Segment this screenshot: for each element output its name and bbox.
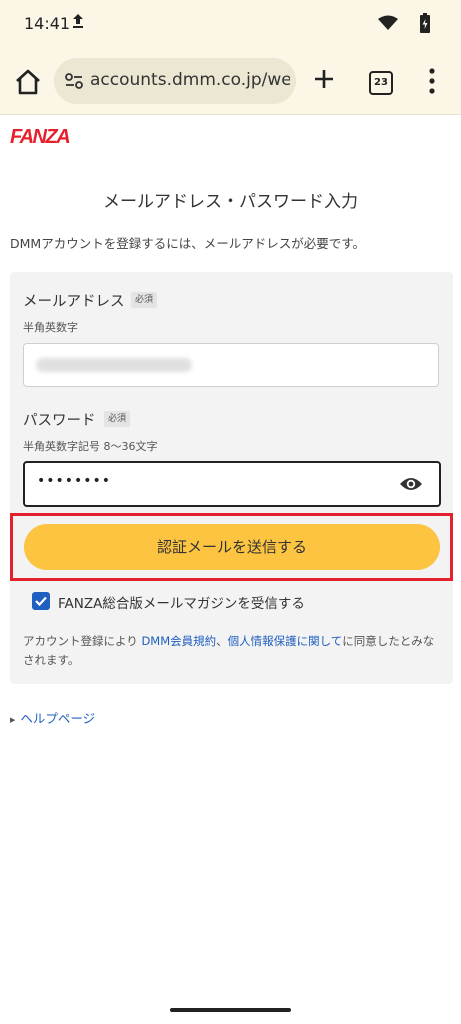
privacy-link[interactable]: 個人情報保護に関して (228, 634, 343, 648)
help-page-link[interactable]: ▶ ヘルプページ (10, 708, 95, 727)
password-value: •••••••• (37, 473, 112, 489)
fanza-logo[interactable]: FANZA (10, 124, 74, 152)
terms-prefix: アカウント登録により (23, 634, 142, 648)
url-text: accounts.dmm.co.jp/wel (90, 70, 290, 90)
browser-toolbar: accounts.dmm.co.jp/wel 23 (0, 48, 461, 115)
newsletter-checkbox[interactable] (32, 592, 50, 610)
email-required-badge: 必須 (131, 292, 158, 308)
status-time: 14:41 (24, 14, 71, 33)
email-value-blurred (36, 358, 192, 372)
registration-form: メールアドレス 必須 半角英数字 パスワード 必須 半角英数字記号 8〜36文字… (10, 272, 453, 684)
tab-switcher-button[interactable]: 23 (369, 71, 393, 95)
gesture-bar[interactable] (170, 1008, 291, 1012)
password-field[interactable]: •••••••• (23, 461, 441, 507)
upload-icon (72, 13, 84, 33)
new-tab-icon[interactable] (310, 65, 338, 97)
terms-notice: アカウント登録により DMM会員規約、個人情報保護に関してに同意したとみなされま… (23, 632, 443, 670)
show-password-icon[interactable] (399, 476, 423, 496)
email-label: メールアドレス (23, 294, 125, 310)
help-link-text[interactable]: ヘルプページ (20, 711, 95, 726)
page-title: メールアドレス・パスワード入力 (103, 192, 358, 212)
password-required-badge: 必須 (104, 411, 131, 427)
battery-icon (420, 13, 430, 37)
address-bar[interactable]: accounts.dmm.co.jp/wel (54, 58, 296, 104)
logo-text: FANZA (10, 126, 69, 148)
password-hint: 半角英数字記号 8〜36文字 (23, 440, 158, 453)
email-hint: 半角英数字 (23, 321, 78, 334)
newsletter-label[interactable]: FANZA総合版メールマガジンを受信する (58, 592, 305, 612)
password-label: パスワード (23, 413, 96, 429)
home-icon[interactable] (12, 66, 44, 98)
status-bar: 14:41 (0, 0, 461, 48)
intro-text: DMMアカウントを登録するには、メールアドレスが必要です。 (10, 236, 365, 251)
site-settings-icon[interactable] (64, 71, 84, 95)
wifi-icon (378, 15, 398, 35)
triangle-right-icon: ▶ (10, 715, 16, 724)
terms-link[interactable]: DMM会員規約 (141, 634, 216, 648)
terms-separator: 、 (216, 634, 228, 648)
email-field[interactable] (23, 343, 439, 387)
send-verification-email-button[interactable]: 認証メールを送信する (24, 524, 440, 570)
more-menu-icon[interactable] (428, 66, 436, 100)
